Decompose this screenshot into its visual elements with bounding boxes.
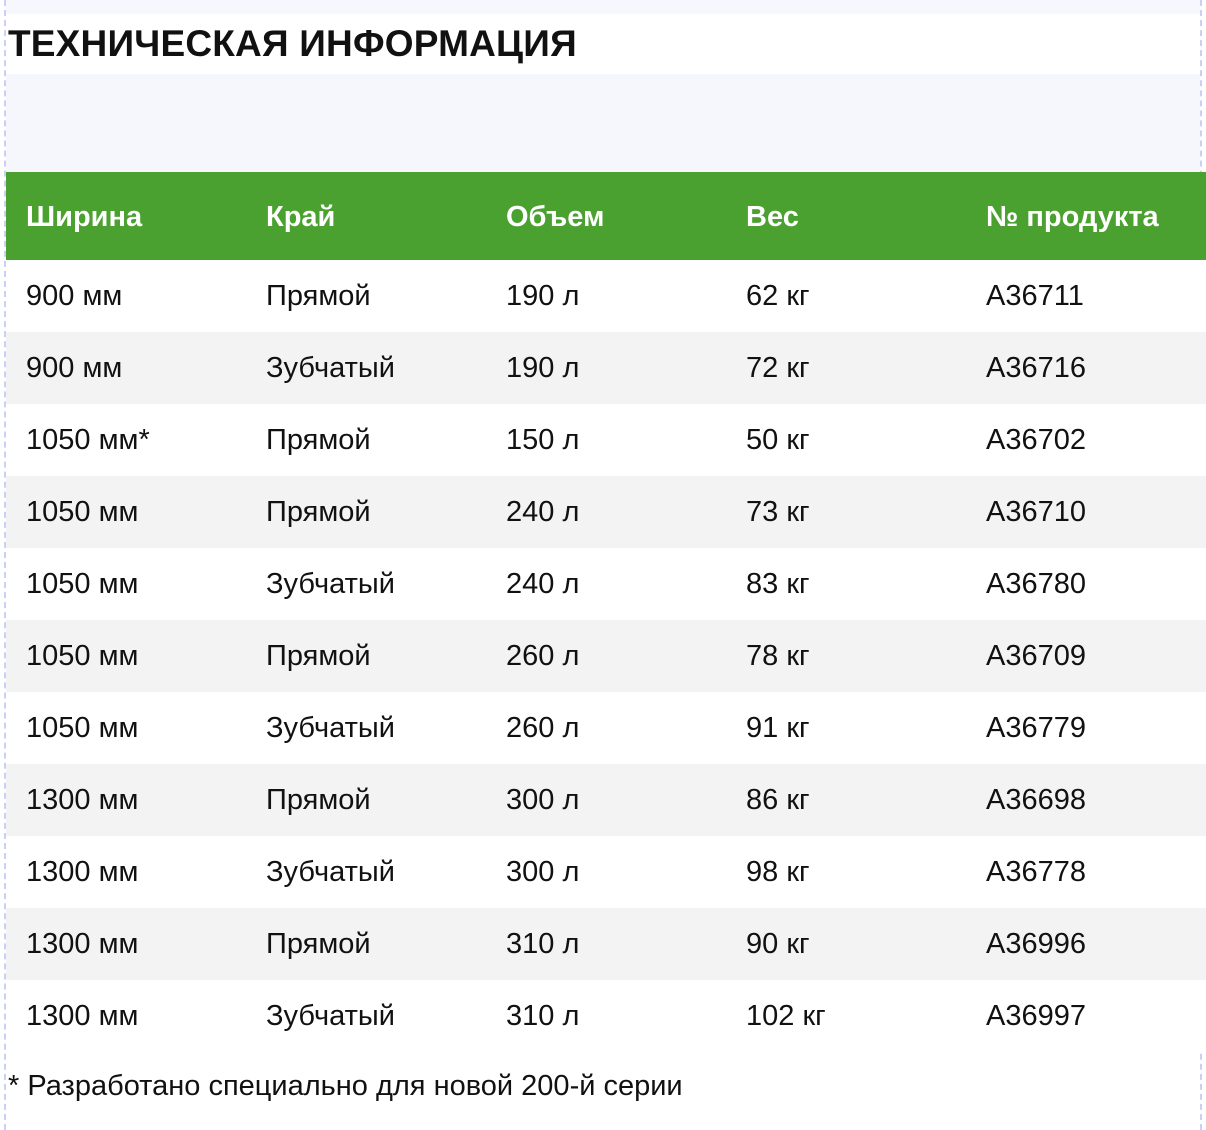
table-row: 1300 мм Зубчатый 300 л 98 кг A36778 — [6, 836, 1206, 908]
cell-width: 1300 мм — [26, 927, 139, 960]
column-header-width: Ширина — [26, 200, 143, 233]
cell-product-number: A36780 — [986, 567, 1086, 600]
cell-volume: 310 л — [506, 999, 580, 1032]
cell-weight: 86 кг — [746, 783, 810, 816]
cell-volume: 150 л — [506, 423, 580, 456]
table-row: 1300 мм Прямой 300 л 86 кг A36698 — [6, 764, 1206, 836]
cell-product-number: A36996 — [986, 927, 1086, 960]
cell-product-number: A36698 — [986, 783, 1086, 816]
cell-weight: 102 кг — [746, 999, 826, 1032]
cell-volume: 240 л — [506, 567, 580, 600]
cell-edge: Зубчатый — [266, 567, 395, 600]
cell-width: 900 мм — [26, 279, 123, 312]
cell-product-number: A36709 — [986, 639, 1086, 672]
cell-weight: 50 кг — [746, 423, 810, 456]
cell-volume: 310 л — [506, 927, 580, 960]
cell-product-number: A36778 — [986, 855, 1086, 888]
specifications-table: Ширина Край Объем Вес № продукта 900 мм … — [6, 172, 1206, 1052]
cell-edge: Зубчатый — [266, 855, 395, 888]
cell-width: 1050 мм* — [26, 423, 150, 456]
cell-weight: 72 кг — [746, 351, 810, 384]
table-row: 900 мм Зубчатый 190 л 72 кг A36716 — [6, 332, 1206, 404]
top-band — [6, 0, 1200, 14]
footnote: * Разработано специально для новой 200-й… — [8, 1070, 683, 1102]
table-row: 1050 мм Прямой 240 л 73 кг A36710 — [6, 476, 1206, 548]
table-header-row: Ширина Край Объем Вес № продукта — [6, 172, 1206, 260]
cell-volume: 190 л — [506, 351, 580, 384]
table-row: 900 мм Прямой 190 л 62 кг A36711 — [6, 260, 1206, 332]
cell-edge: Прямой — [266, 279, 371, 312]
table-row: 1300 мм Зубчатый 310 л 102 кг A36997 — [6, 980, 1206, 1052]
cell-edge: Прямой — [266, 927, 371, 960]
cell-volume: 260 л — [506, 639, 580, 672]
cell-volume: 260 л — [506, 711, 580, 744]
table-header: Ширина Край Объем Вес № продукта — [6, 172, 1206, 260]
table-row: 1050 мм Зубчатый 240 л 83 кг A36780 — [6, 548, 1206, 620]
cell-weight: 78 кг — [746, 639, 810, 672]
column-header-volume: Объем — [506, 200, 605, 233]
column-header-edge: Край — [266, 200, 336, 233]
cell-width: 1050 мм — [26, 639, 139, 672]
cell-edge: Прямой — [266, 423, 371, 456]
table-row: 1050 мм Зубчатый 260 л 91 кг A36779 — [6, 692, 1206, 764]
cell-edge: Прямой — [266, 783, 371, 816]
cell-weight: 98 кг — [746, 855, 810, 888]
page-title: ТЕХНИЧЕСКАЯ ИНФОРМАЦИЯ — [8, 23, 577, 64]
cell-volume: 300 л — [506, 855, 580, 888]
column-header-weight: Вес — [746, 200, 799, 233]
cell-edge: Зубчатый — [266, 711, 395, 744]
cell-weight: 62 кг — [746, 279, 810, 312]
cell-width: 1050 мм — [26, 495, 139, 528]
cell-edge: Зубчатый — [266, 351, 395, 384]
cell-product-number: A36710 — [986, 495, 1086, 528]
cell-volume: 240 л — [506, 495, 580, 528]
table-row: 1300 мм Прямой 310 л 90 кг A36996 — [6, 908, 1206, 980]
cell-width: 900 мм — [26, 351, 123, 384]
cell-width: 1300 мм — [26, 999, 139, 1032]
cell-edge: Прямой — [266, 495, 371, 528]
cell-weight: 90 кг — [746, 927, 810, 960]
cell-product-number: A36997 — [986, 999, 1086, 1032]
spacer-band — [6, 74, 1200, 172]
cell-width: 1300 мм — [26, 783, 139, 816]
content-frame: ТЕХНИЧЕСКАЯ ИНФОРМАЦИЯ Ширина Край Объем… — [4, 0, 1206, 1130]
cell-edge: Зубчатый — [266, 999, 395, 1032]
table-body: 900 мм Прямой 190 л 62 кг A36711 900 мм … — [6, 260, 1206, 1052]
column-header-product-number: № продукта — [986, 200, 1159, 233]
cell-weight: 73 кг — [746, 495, 810, 528]
cell-product-number: A36779 — [986, 711, 1086, 744]
cell-product-number: A36711 — [986, 279, 1084, 312]
cell-width: 1050 мм — [26, 567, 139, 600]
cell-width: 1050 мм — [26, 711, 139, 744]
cell-weight: 91 кг — [746, 711, 810, 744]
cell-volume: 190 л — [506, 279, 580, 312]
table-row: 1050 мм Прямой 260 л 78 кг A36709 — [6, 620, 1206, 692]
cell-product-number: A36702 — [986, 423, 1086, 456]
table-row: 1050 мм* Прямой 150 л 50 кг A36702 — [6, 404, 1206, 476]
cell-width: 1300 мм — [26, 855, 139, 888]
cell-volume: 300 л — [506, 783, 580, 816]
cell-product-number: A36716 — [986, 351, 1086, 384]
cell-edge: Прямой — [266, 639, 371, 672]
cell-weight: 83 кг — [746, 567, 810, 600]
